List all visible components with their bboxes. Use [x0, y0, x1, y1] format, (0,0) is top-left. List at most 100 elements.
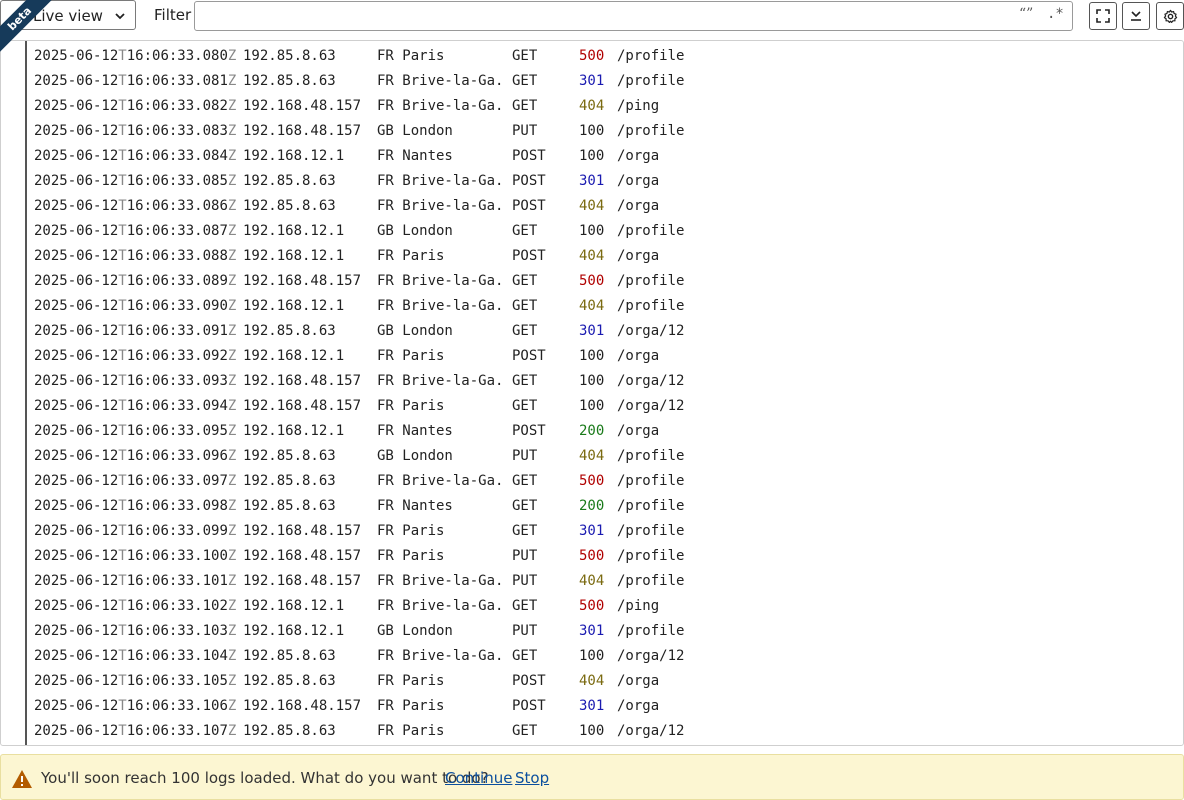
log-timestamp: 2025-06-12T16:06:33.104Z	[34, 644, 236, 669]
log-ip: 192.168.48.157	[243, 548, 362, 564]
filter-input[interactable]	[201, 5, 1005, 29]
log-panel[interactable]: 2025-06-12T16:06:33.080Z 192.85.8.63 FR Pa…	[0, 40, 1184, 746]
log-timestamp-t: T	[118, 423, 127, 439]
log-location: GB London	[377, 123, 453, 139]
log-path: /orga	[617, 198, 660, 214]
log-timestamp-date: 2025-06-12	[34, 173, 119, 189]
log-timestamp-time: 16:06:33.094	[126, 398, 228, 414]
log-method: GET	[512, 723, 538, 739]
scroll-to-bottom-button[interactable]	[1122, 2, 1150, 30]
log-timestamp: 2025-06-12T16:06:33.088Z	[34, 244, 236, 269]
log-location: FR Paris	[377, 48, 445, 64]
filter-field[interactable]: “” .*	[194, 1, 1073, 31]
log-timestamp-date: 2025-06-12	[34, 73, 119, 89]
stop-link[interactable]: Stop	[515, 769, 549, 787]
log-ip: 192.85.8.63	[243, 173, 336, 189]
log-method: PUT	[512, 548, 538, 564]
log-method: GET	[512, 373, 538, 389]
log-path: /profile	[617, 48, 685, 64]
log-timestamp: 2025-06-12T16:06:33.091Z	[34, 319, 236, 344]
log-location: FR Brive-la-Ga.	[377, 573, 504, 589]
log-timestamp-date: 2025-06-12	[34, 323, 119, 339]
log-method: PUT	[512, 573, 538, 589]
log-timestamp-t: T	[118, 323, 127, 339]
log-timestamp-z: Z	[227, 498, 237, 514]
log-path: /profile	[617, 498, 685, 514]
log-timestamp-z: Z	[227, 148, 237, 164]
log-timestamp-time: 16:06:33.106	[126, 698, 228, 714]
log-timestamp-date: 2025-06-12	[34, 498, 119, 514]
log-ip: 192.168.12.1	[243, 298, 345, 314]
log-location: FR Nantes	[377, 423, 453, 439]
log-timestamp: 2025-06-12T16:06:33.100Z	[34, 544, 236, 569]
log-timestamp-z: Z	[227, 373, 237, 389]
log-timestamp-time: 16:06:33.105	[126, 673, 228, 689]
scroll-to-bottom-icon	[1131, 11, 1141, 21]
log-location: FR Brive-la-Ga.	[377, 373, 504, 389]
log-timestamp-z: Z	[227, 323, 237, 339]
log-ip: 192.85.8.63	[243, 48, 336, 64]
log-timestamp-time: 16:06:33.092	[126, 348, 228, 364]
log-ip: 192.85.8.63	[243, 73, 336, 89]
settings-button[interactable]	[1156, 2, 1184, 30]
log-timestamp: 2025-06-12T16:06:33.098Z	[34, 494, 236, 519]
log-method: POST	[512, 348, 546, 364]
log-ip: 192.168.12.1	[243, 148, 345, 164]
log-timestamp-time: 16:06:33.082	[126, 98, 228, 114]
log-path: /orga/12	[617, 373, 685, 389]
log-status: 100	[579, 123, 605, 139]
log-status: 100	[579, 148, 605, 164]
log-timestamp-z: Z	[227, 573, 237, 589]
log-timestamp-t: T	[118, 623, 127, 639]
log-method: GET	[512, 398, 538, 414]
continue-link[interactable]: Continue	[445, 769, 512, 787]
log-timestamp: 2025-06-12T16:06:33.093Z	[34, 369, 236, 394]
log-timestamp-time: 16:06:33.107	[126, 723, 228, 739]
log-path: /profile	[617, 473, 685, 489]
log-timestamp-date: 2025-06-12	[34, 398, 119, 414]
log-timestamp-t: T	[118, 548, 127, 564]
log-method: GET	[512, 473, 538, 489]
log-location: FR Brive-la-Ga.	[377, 198, 504, 214]
log-timestamp-z: Z	[227, 273, 237, 289]
log-timestamp-z: Z	[227, 648, 237, 664]
log-timestamp-date: 2025-06-12	[34, 98, 119, 114]
log-timestamp-time: 16:06:33.088	[126, 248, 228, 264]
log-status: 200	[579, 423, 605, 439]
log-timestamp: 2025-06-12T16:06:33.089Z	[34, 269, 236, 294]
log-location: GB London	[377, 623, 453, 639]
fullscreen-button[interactable]	[1089, 2, 1117, 30]
log-timestamp-time: 16:06:33.089	[126, 273, 228, 289]
log-status: 301	[579, 73, 605, 89]
log-timestamp-t: T	[118, 48, 127, 64]
log-timestamp-z: Z	[227, 248, 237, 264]
log-location: FR Brive-la-Ga.	[377, 473, 504, 489]
log-path: /ping	[617, 598, 660, 614]
log-status: 301	[579, 523, 605, 539]
log-method: GET	[512, 498, 538, 514]
log-timestamp-z: Z	[227, 698, 237, 714]
log-path: /profile	[617, 548, 685, 564]
chevron-down-icon	[115, 13, 125, 20]
log-timestamp-t: T	[118, 523, 127, 539]
log-timestamp-t: T	[118, 648, 127, 664]
exact-match-toggle[interactable]: “”	[1019, 6, 1033, 22]
regex-toggle[interactable]: .*	[1047, 6, 1064, 22]
log-timestamp: 2025-06-12T16:06:33.106Z	[34, 694, 236, 719]
log-method: GET	[512, 48, 538, 64]
log-path: /orga	[617, 673, 660, 689]
log-timestamp-date: 2025-06-12	[34, 598, 119, 614]
log-timestamp: 2025-06-12T16:06:33.082Z	[34, 94, 236, 119]
view-mode-select-value: Live view	[33, 7, 103, 25]
log-status: 404	[579, 98, 605, 114]
log-timestamp-t: T	[118, 223, 127, 239]
log-status: 404	[579, 448, 605, 464]
log-timestamp: 2025-06-12T16:06:33.094Z	[34, 394, 236, 419]
log-ip: 192.85.8.63	[243, 498, 336, 514]
log-timestamp-t: T	[118, 198, 127, 214]
log-location: FR Brive-la-Ga.	[377, 298, 504, 314]
log-status: 404	[579, 198, 605, 214]
log-timestamp-t: T	[118, 173, 127, 189]
log-timestamp: 2025-06-12T16:06:33.099Z	[34, 519, 236, 544]
log-timestamp-date: 2025-06-12	[34, 548, 119, 564]
